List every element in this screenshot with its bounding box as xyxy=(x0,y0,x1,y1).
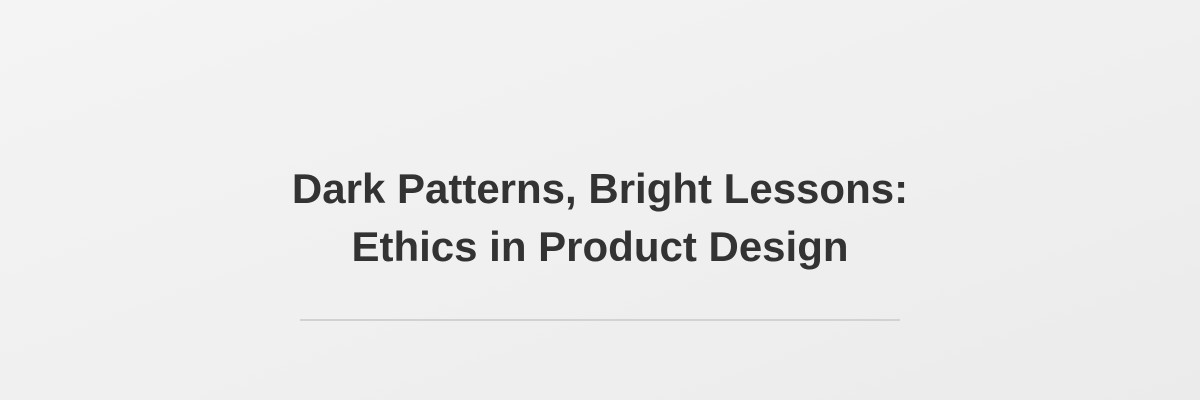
hero-banner: Dark Patterns, Bright Lessons: Ethics in… xyxy=(0,0,1200,400)
title-divider xyxy=(300,319,900,321)
title-line-1: Dark Patterns, Bright Lessons: xyxy=(291,165,909,212)
page-title: Dark Patterns, Bright Lessons: Ethics in… xyxy=(0,160,1200,276)
title-line-2: Ethics in Product Design xyxy=(351,223,849,270)
